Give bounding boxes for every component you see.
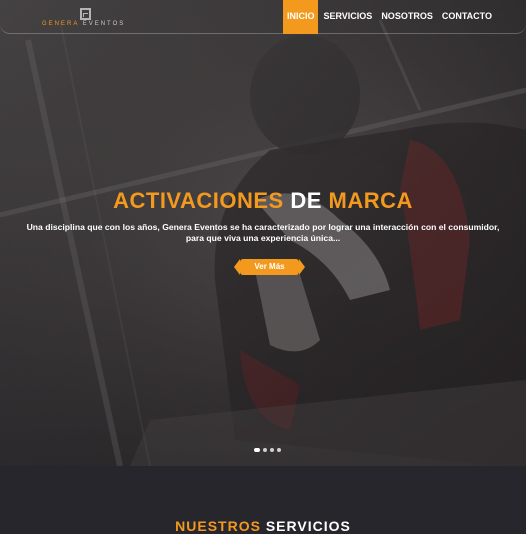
nav-contacto[interactable]: CONTACTO <box>438 0 496 34</box>
slider-dot-2[interactable] <box>263 448 267 452</box>
top-navbar: GENERA EVENTOS INICIO SERVICIOS NOSOTROS… <box>0 0 526 34</box>
logo-wordmark: GENERA EVENTOS <box>42 21 126 27</box>
slider-pagination <box>254 448 281 452</box>
nav-inicio[interactable]: INICIO <box>282 0 319 34</box>
hero-title: ACTIVACIONES DE MARCA <box>113 188 413 213</box>
brand-logo[interactable]: GENERA EVENTOS <box>40 8 136 30</box>
nav-servicios[interactable]: SERVICIOS <box>319 0 376 34</box>
services-title: NUESTROS SERVICIOS <box>175 518 351 534</box>
ver-mas-button[interactable]: Ver Más <box>234 259 305 275</box>
hero-slider: GENERA EVENTOS INICIO SERVICIOS NOSOTROS… <box>0 0 526 466</box>
hero-description: Una disciplina que con los años, Genera … <box>26 222 500 243</box>
slider-dot-4[interactable] <box>277 448 281 452</box>
main-nav: INICIO SERVICIOS NOSOTROS CONTACTO <box>282 0 496 34</box>
slider-dot-1[interactable] <box>254 448 260 452</box>
slider-dot-3[interactable] <box>270 448 274 452</box>
logo-icon <box>80 8 91 20</box>
nav-nosotros[interactable]: NOSOTROS <box>377 0 437 34</box>
services-section: NUESTROS SERVICIOS <box>0 466 526 534</box>
